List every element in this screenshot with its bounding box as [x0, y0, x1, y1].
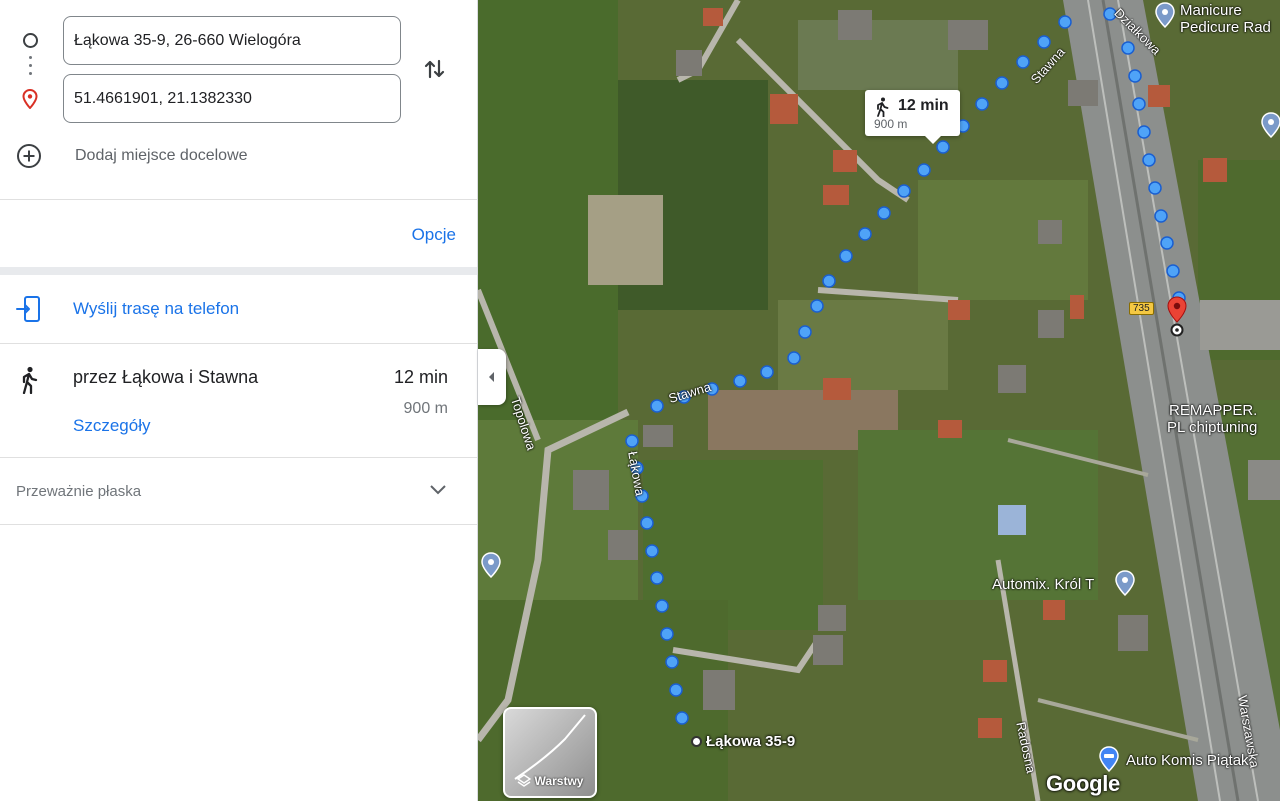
road-number-shield: 735 — [1129, 302, 1154, 315]
send-to-phone-button[interactable]: Wyślij trasę na telefon — [0, 275, 477, 344]
callout-duration: 12 min — [898, 97, 949, 114]
chevron-down-icon — [430, 485, 446, 495]
options-button[interactable]: Opcje — [412, 225, 456, 245]
layers-icon — [516, 774, 531, 787]
poi-manicure-line1: Manicure — [1180, 2, 1242, 19]
poi-manicure[interactable]: Manicure Pedicure Rad — [1180, 2, 1271, 36]
route-duration-callout[interactable]: 12 min 900 m — [865, 90, 960, 144]
swap-arrows-icon — [424, 59, 445, 79]
poi-remapper-line1: REMAPPER. — [1169, 402, 1258, 419]
poi-auto-komis[interactable]: Auto Komis Piątak — [1126, 752, 1249, 769]
add-circle-icon — [17, 144, 41, 168]
google-logo: Google — [1046, 771, 1120, 796]
trip-via-label: przez Łąkowa i Stawna — [73, 367, 259, 387]
origin-input[interactable]: Łąkowa 35-9, 26-660 Wielogóra — [63, 16, 401, 65]
trip-option[interactable]: przez Łąkowa i Stawna 12 min 900 m Szcze… — [0, 344, 477, 458]
options-row: Opcje — [0, 200, 477, 267]
send-to-phone-label: Wyślij trasę na telefon — [73, 299, 240, 318]
send-to-phone-icon — [16, 296, 40, 322]
trip-details-link[interactable]: Szczegóły — [73, 416, 150, 436]
car-dealer-pin-icon[interactable] — [1098, 746, 1120, 772]
poi-remapper[interactable]: REMAPPER. PL chiptuning — [1167, 402, 1257, 436]
start-location-text: Łąkowa 35-9 — [706, 733, 796, 750]
destination-input[interactable]: 51.4661901, 21.1382330 — [63, 74, 401, 123]
poi-pin-icon[interactable] — [1154, 2, 1176, 28]
callout-distance: 900 m — [874, 117, 908, 131]
walking-icon — [877, 97, 889, 117]
destination-pin-icon — [22, 89, 38, 109]
poi-manicure-line2: Pedicure Rad — [1180, 19, 1271, 36]
elevation-summary[interactable]: Przeważnie płaska — [0, 458, 477, 525]
poi-pin-icon[interactable] — [480, 552, 502, 578]
collapse-panel-button[interactable] — [478, 349, 506, 405]
trip-distance: 900 m — [403, 400, 448, 417]
destination-marker-icon[interactable] — [1166, 296, 1188, 338]
layers-button[interactable]: Warstwy — [503, 707, 597, 798]
directions-panel: Łąkowa 35-9, 26-660 Wielogóra 51.4661901… — [0, 0, 478, 801]
poi-pin-icon[interactable] — [1260, 112, 1280, 138]
chevron-left-icon — [489, 372, 494, 382]
elevation-label: Przeważnie płaska — [16, 483, 142, 500]
route-inputs: Łąkowa 35-9, 26-660 Wielogóra 51.4661901… — [0, 0, 477, 200]
poi-remapper-line2: PL chiptuning — [1167, 419, 1258, 436]
section-divider — [0, 267, 477, 275]
poi-pin-icon[interactable] — [1114, 570, 1136, 596]
swap-origin-destination-button[interactable] — [418, 52, 452, 86]
start-location-label[interactable]: Łąkowa 35-9 — [691, 733, 795, 750]
poi-automix[interactable]: Automix. Król T — [992, 576, 1094, 593]
layers-label: Warstwy — [534, 774, 584, 788]
add-destination-label: Dodaj miejsce docelowe — [75, 147, 248, 164]
walking-icon — [22, 366, 38, 394]
trip-duration: 12 min — [393, 367, 448, 387]
add-destination-button[interactable]: Dodaj miejsce docelowe — [16, 143, 248, 169]
satellite-map[interactable]: 12 min 900 m Stawna Stawna Działkowa Łąk… — [478, 0, 1280, 801]
route-connector-dots-icon — [29, 56, 32, 80]
start-location-dot-icon — [691, 736, 702, 747]
origin-circle-icon — [23, 33, 38, 48]
